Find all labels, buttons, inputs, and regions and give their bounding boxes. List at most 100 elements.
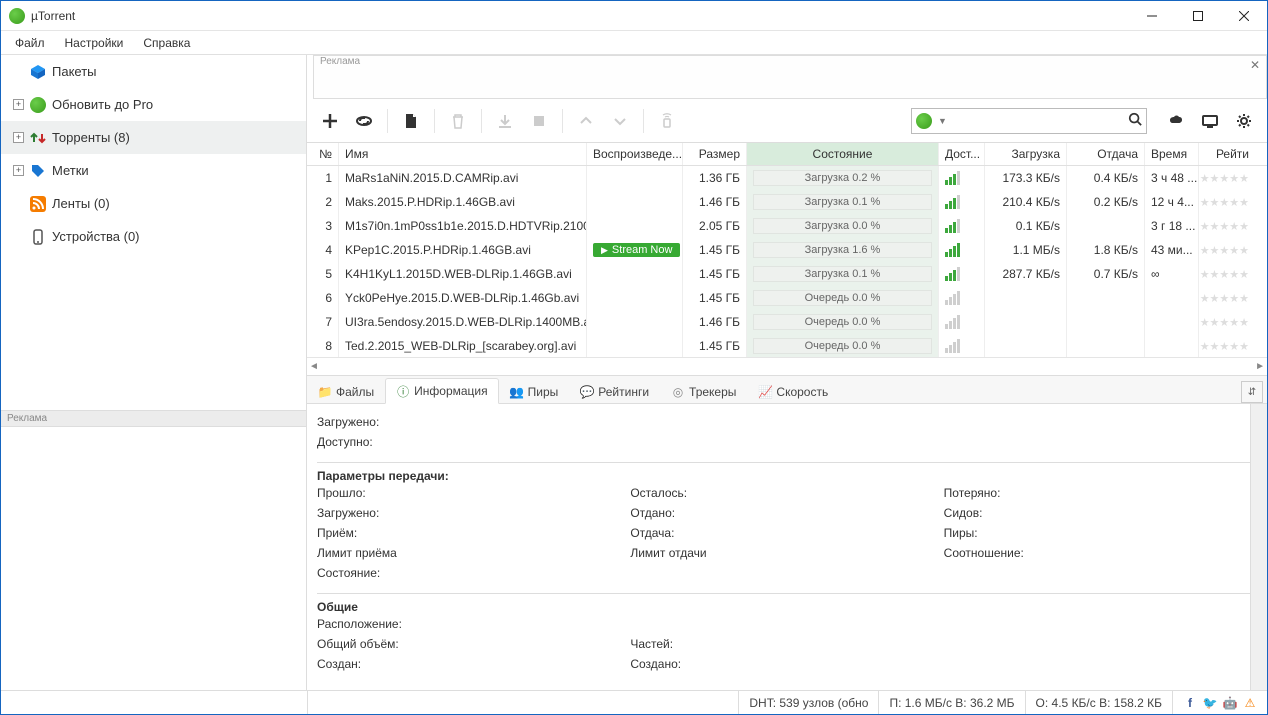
search-engine-icon[interactable]: [916, 113, 932, 129]
sidebar-upgrade[interactable]: + Обновить до Pro: [1, 88, 306, 121]
table-row[interactable]: 6Yck0PeHye.2015.D.WEB-DLRip.1.46Gb.avi1.…: [307, 286, 1267, 310]
sidebar-label: Торренты (8): [52, 130, 130, 145]
folder-icon: 📁: [318, 385, 332, 399]
table-row[interactable]: 3M1s7i0n.1mP0ss1b1e.2015.D.HDTVRip.2100.…: [307, 214, 1267, 238]
col-time[interactable]: Время: [1145, 143, 1199, 165]
menu-file[interactable]: Файл: [5, 32, 55, 54]
stream-now-button[interactable]: Stream Now: [593, 243, 680, 257]
rss-icon: [30, 196, 46, 212]
info-icon: ⓘ: [396, 384, 410, 398]
menu-settings[interactable]: Настройки: [55, 32, 134, 54]
col-status[interactable]: Состояние: [747, 143, 939, 165]
detail-tabs: 📁Файлы ⓘИнформация 👥Пиры 💬Рейтинги ◎Трек…: [307, 376, 1267, 404]
sidebar-label: Устройства (0): [52, 229, 140, 244]
remote-button[interactable]: [652, 106, 682, 136]
info-downloaded: Загружено:: [317, 412, 1257, 432]
maximize-button[interactable]: [1175, 1, 1221, 31]
add-url-button[interactable]: [349, 106, 379, 136]
table-row[interactable]: 8Ted.2.2015_WEB-DLRip_[scarabey.org].avi…: [307, 334, 1267, 357]
android-icon[interactable]: 🤖: [1223, 696, 1237, 710]
sidebar-label: Ленты (0): [52, 196, 110, 211]
info-body: Загружено: Доступно: Параметры передачи:…: [307, 404, 1267, 690]
sidebar-label: Метки: [52, 163, 89, 178]
table-row[interactable]: 1MaRs1aNiN.2015.D.CAMRip.avi1.36 ГБЗагру…: [307, 166, 1267, 190]
twitter-icon[interactable]: 🐦: [1203, 696, 1217, 710]
menu-help[interactable]: Справка: [133, 32, 200, 54]
create-torrent-button[interactable]: [396, 106, 426, 136]
table-row[interactable]: 5K4H1KyL1.2015D.WEB-DLRip.1.46GB.avi1.45…: [307, 262, 1267, 286]
add-torrent-button[interactable]: [315, 106, 345, 136]
stop-button[interactable]: [524, 106, 554, 136]
table-row[interactable]: 4KPep1C.2015.P.HDRip.1.46GB.aviStream No…: [307, 238, 1267, 262]
toolbar: ▼: [307, 99, 1267, 143]
status-upload[interactable]: О: 4.5 КБ/с В: 158.2 КБ: [1025, 691, 1172, 714]
app-title: µTorrent: [31, 9, 75, 23]
tab-speed[interactable]: 📈Скорость: [747, 379, 839, 404]
utorrent-icon: [30, 97, 46, 113]
remote-access-button[interactable]: [1195, 106, 1225, 136]
packages-icon: [30, 64, 46, 80]
chevron-down-icon[interactable]: ▼: [938, 116, 947, 126]
transfer-header: Параметры передачи:: [317, 462, 1257, 483]
devices-icon: [30, 229, 46, 245]
ad-banner-close-icon[interactable]: ✕: [1250, 58, 1260, 72]
torrent-table: № Имя Воспроизведе... Размер Состояние Д…: [307, 143, 1267, 375]
delete-button[interactable]: [443, 106, 473, 136]
trackers-icon: ◎: [671, 385, 685, 399]
speed-icon: 📈: [758, 385, 772, 399]
move-down-button[interactable]: [605, 106, 635, 136]
labels-icon: [30, 163, 46, 179]
col-size[interactable]: Размер: [683, 143, 747, 165]
search-box[interactable]: ▼: [911, 108, 1147, 134]
sidebar: Пакеты + Обновить до Pro + Торренты (8) …: [1, 55, 307, 690]
table-row[interactable]: 7UI3ra.5endosy.2015.D.WEB-DLRip.1400MB.a…: [307, 310, 1267, 334]
status-dht[interactable]: DHT: 539 узлов (обно: [738, 691, 878, 714]
tab-info[interactable]: ⓘИнформация: [385, 378, 498, 404]
detail-scrollbar[interactable]: [1250, 404, 1267, 690]
col-download[interactable]: Загрузка: [985, 143, 1067, 165]
ad-banner-label: Реклама: [320, 56, 360, 67]
col-number[interactable]: №: [307, 143, 339, 165]
search-input[interactable]: [953, 114, 1122, 128]
close-button[interactable]: [1221, 1, 1267, 31]
sidebar-ad-label: Реклама: [1, 411, 306, 427]
tab-trackers[interactable]: ◎Трекеры: [660, 379, 747, 404]
general-header: Общие: [317, 593, 1257, 614]
table-header[interactable]: № Имя Воспроизведе... Размер Состояние Д…: [307, 143, 1267, 166]
sidebar-packages[interactable]: Пакеты: [1, 55, 306, 88]
col-upload[interactable]: Отдача: [1067, 143, 1145, 165]
sidebar-label: Обновить до Pro: [52, 97, 153, 112]
status-download[interactable]: П: 1.6 МБ/с В: 36.2 МБ: [878, 691, 1024, 714]
preferences-button[interactable]: [1229, 106, 1259, 136]
detail-panel: 📁Файлы ⓘИнформация 👥Пиры 💬Рейтинги ◎Трек…: [307, 375, 1267, 690]
facebook-icon[interactable]: f: [1183, 696, 1197, 710]
share-button[interactable]: [1161, 106, 1191, 136]
col-rating[interactable]: Рейти: [1199, 143, 1255, 165]
peers-icon: 👥: [510, 385, 524, 399]
col-play[interactable]: Воспроизведе...: [587, 143, 683, 165]
sidebar-torrents[interactable]: + Торренты (8): [1, 121, 306, 154]
statusbar: DHT: 539 узлов (обно П: 1.6 МБ/с В: 36.2…: [1, 690, 1267, 714]
sidebar-devices[interactable]: Устройства (0): [1, 220, 306, 253]
titlebar: µTorrent: [1, 1, 1267, 31]
search-icon[interactable]: [1128, 112, 1142, 129]
sidebar-feeds[interactable]: Ленты (0): [1, 187, 306, 220]
minimize-button[interactable]: [1129, 1, 1175, 31]
start-button[interactable]: [490, 106, 520, 136]
torrents-icon: [30, 130, 46, 146]
move-up-button[interactable]: [571, 106, 601, 136]
tab-peers[interactable]: 👥Пиры: [499, 379, 570, 404]
tabs-menu-button[interactable]: ⇵: [1241, 381, 1263, 403]
tab-files[interactable]: 📁Файлы: [307, 379, 385, 404]
table-row[interactable]: 2Maks.2015.P.HDRip.1.46GB.avi1.46 ГБЗагр…: [307, 190, 1267, 214]
horizontal-scrollbar[interactable]: ◄►: [307, 357, 1267, 375]
warning-icon[interactable]: ⚠: [1243, 696, 1257, 710]
app-icon: [9, 8, 25, 24]
tab-ratings[interactable]: 💬Рейтинги: [569, 379, 660, 404]
col-name[interactable]: Имя: [339, 143, 587, 165]
info-available: Доступно:: [317, 432, 1257, 452]
col-availability[interactable]: Дост...: [939, 143, 985, 165]
sidebar-labels[interactable]: + Метки: [1, 154, 306, 187]
sidebar-label: Пакеты: [52, 64, 97, 79]
ratings-icon: 💬: [580, 385, 594, 399]
